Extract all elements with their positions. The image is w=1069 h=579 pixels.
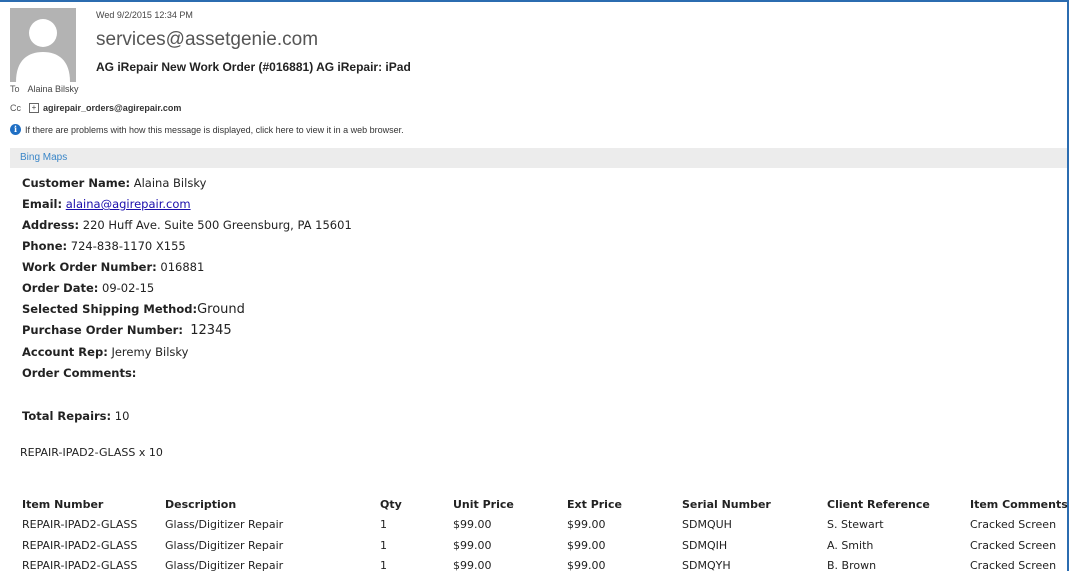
to-line: To Alaina Bilsky — [10, 84, 79, 94]
phone-value: 724-838-1170 X155 — [70, 239, 186, 253]
cell-qty: 1 — [380, 518, 387, 531]
cell-ext-price: $99.00 — [567, 518, 606, 531]
address-label: Address: — [22, 218, 80, 232]
cell-client-reference: B. Brown — [827, 559, 877, 572]
table-header-row: Item Number Description Qty Unit Price E… — [0, 498, 1069, 518]
phone-row: Phone: 724-838-1170 X155 — [22, 239, 186, 253]
cc-recipient[interactable]: agirepair_orders@agirepair.com — [43, 103, 181, 113]
col-header-item-comments: Item Comments — [970, 498, 1068, 511]
cell-unit-price: $99.00 — [453, 539, 492, 552]
cc-line: Cc + agirepair_orders@agirepair.com — [10, 103, 181, 113]
po-label: Purchase Order Number: — [22, 323, 183, 337]
cell-unit-price: $99.00 — [453, 518, 492, 531]
address-row: Address: 220 Huff Ave. Suite 500 Greensb… — [22, 218, 352, 232]
col-header-description: Description — [165, 498, 237, 511]
cell-item-comments: Cracked Screen — [970, 539, 1057, 552]
cell-item-number: REPAIR-IPAD2-GLASS — [22, 559, 138, 572]
cell-description: Glass/Digitizer Repair — [165, 539, 284, 552]
cell-qty: 1 — [380, 539, 387, 552]
customer-name-row: Customer Name: Alaina Bilsky — [22, 176, 206, 190]
message-frame — [0, 0, 1069, 571]
email-label: Email: — [22, 197, 63, 211]
po-row: Purchase Order Number: 12345 — [22, 323, 232, 338]
bing-maps-link[interactable]: Bing Maps — [20, 152, 67, 163]
cell-client-reference: A. Smith — [827, 539, 874, 552]
email-link[interactable]: alaina@agirepair.com — [66, 197, 191, 211]
order-date-label: Order Date: — [22, 281, 99, 295]
total-repairs-row: Total Repairs: 10 — [22, 409, 129, 423]
cell-description: Glass/Digitizer Repair — [165, 559, 284, 572]
rep-label: Account Rep: — [22, 345, 108, 359]
cell-ext-price: $99.00 — [567, 559, 606, 572]
col-header-serial-number: Serial Number — [682, 498, 771, 511]
cell-item-number: REPAIR-IPAD2-GLASS — [22, 518, 138, 531]
sender-avatar — [10, 8, 76, 82]
table-row: REPAIR-IPAD2-GLASS Glass/Digitizer Repai… — [0, 518, 1069, 538]
order-date-value: 09-02-15 — [102, 281, 155, 295]
cell-unit-price: $99.00 — [453, 559, 492, 572]
shipping-value: Ground — [197, 302, 245, 317]
work-order-value: 016881 — [160, 260, 205, 274]
col-header-unit-price: Unit Price — [453, 498, 514, 511]
cell-item-comments: Cracked Screen — [970, 518, 1057, 531]
email-row: Email: alaina@agirepair.com — [22, 197, 191, 211]
col-header-qty: Qty — [380, 498, 402, 511]
col-header-ext-price: Ext Price — [567, 498, 622, 511]
cell-serial-number: SDMQUH — [682, 518, 732, 531]
work-order-label: Work Order Number: — [22, 260, 157, 274]
rep-value: Jeremy Bilsky — [111, 345, 189, 359]
table-row: REPAIR-IPAD2-GLASS Glass/Digitizer Repai… — [0, 539, 1069, 559]
repair-summary-line: REPAIR-IPAD2-GLASS x 10 — [20, 446, 163, 459]
cell-description: Glass/Digitizer Repair — [165, 518, 284, 531]
col-header-client-reference: Client Reference — [827, 498, 930, 511]
customer-name-value: Alaina Bilsky — [133, 176, 207, 190]
to-recipient[interactable]: Alaina Bilsky — [28, 84, 79, 94]
cell-serial-number: SDMQIH — [682, 539, 728, 552]
rep-row: Account Rep: Jeremy Bilsky — [22, 345, 188, 359]
cell-qty: 1 — [380, 559, 387, 572]
shipping-label: Selected Shipping Method: — [22, 302, 198, 316]
cc-label: Cc — [10, 103, 21, 113]
to-label: To — [10, 84, 20, 94]
work-order-row: Work Order Number: 016881 — [22, 260, 204, 274]
comments-row: Order Comments: — [22, 366, 136, 380]
person-icon — [16, 19, 70, 82]
cell-client-reference: S. Stewart — [827, 518, 884, 531]
total-repairs-value: 10 — [114, 409, 130, 423]
comments-label: Order Comments: — [22, 366, 137, 380]
message-subject: AG iRepair New Work Order (#016881) AG i… — [96, 60, 411, 74]
message-date: Wed 9/2/2015 12:34 PM — [96, 10, 193, 20]
cell-item-number: REPAIR-IPAD2-GLASS — [22, 539, 138, 552]
address-value: 220 Huff Ave. Suite 500 Greensburg, PA 1… — [82, 218, 352, 232]
cell-ext-price: $99.00 — [567, 539, 606, 552]
cell-serial-number: SDMQYH — [682, 559, 731, 572]
order-date-row: Order Date: 09-02-15 — [22, 281, 154, 295]
cell-item-comments: Cracked Screen — [970, 559, 1057, 572]
expand-plus-icon[interactable]: + — [29, 103, 39, 113]
table-row: REPAIR-IPAD2-GLASS Glass/Digitizer Repai… — [0, 559, 1069, 579]
info-text[interactable]: If there are problems with how this mess… — [25, 125, 404, 135]
col-header-item-number: Item Number — [22, 498, 104, 511]
info-icon: i — [10, 124, 21, 135]
bing-maps-bar: Bing Maps — [10, 148, 1067, 168]
customer-name-label: Customer Name: — [22, 176, 131, 190]
sender-address[interactable]: services@assetgenie.com — [96, 29, 318, 51]
shipping-row: Selected Shipping Method:Ground — [22, 302, 245, 317]
phone-label: Phone: — [22, 239, 68, 253]
info-bar[interactable]: i If there are problems with how this me… — [10, 124, 404, 135]
po-value: 12345 — [190, 323, 232, 338]
total-repairs-label: Total Repairs: — [22, 409, 112, 423]
